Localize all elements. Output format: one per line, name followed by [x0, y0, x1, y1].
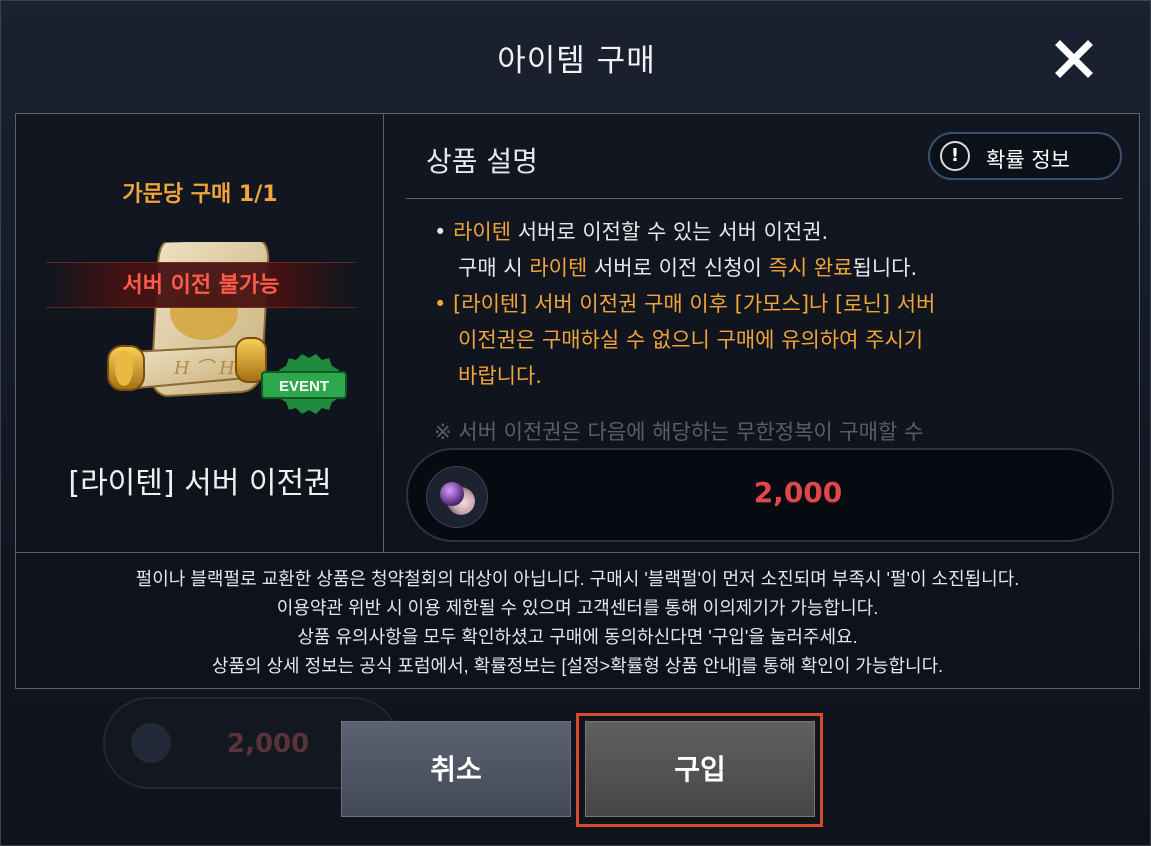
- description-line: • 라이텐 서버로 이전할 수 있는 서버 이전권.: [434, 220, 829, 244]
- item-description-panel: 상품 설명 ! 확률 정보 • 라이텐 서버로 이전할 수 있는 서버 이전권.…: [384, 114, 1139, 552]
- item-panel: 가문당 구매 1/1 H ⌒ H EVENT 서버 이전 불가능 [라이텐] 서…: [15, 113, 1140, 689]
- notice-line: 펄이나 블랙펄로 교환한 상품은 청약철회의 대상이 아닙니다. 구매시 '블랙…: [135, 569, 1020, 589]
- purchase-dialog: 2,000 아이템 구매 가문당 구매 1/1 H ⌒ H EVENT 서버 이…: [0, 0, 1151, 846]
- description-line: 구매 시 라이텐 서버로 이전 신청이 즉시 완료됩니다.: [458, 256, 918, 280]
- notice-line: 이용약관 위반 시 이용 제한될 수 있으며 고객센터를 통해 이의제기가 가능…: [276, 598, 879, 618]
- close-icon: [1055, 40, 1093, 78]
- notice-line: 상품 유의사항을 모두 확인하셨고 구매에 동의하신다면 '구입'을 눌러주세요…: [297, 627, 858, 647]
- notice-line: 상품의 상세 정보는 공식 포럼에서, 확률정보는 [설정>확률형 상품 안내]…: [211, 656, 944, 676]
- price-value: 2,000: [753, 476, 843, 509]
- description-line: 이전권은 구매하실 수 없으니 구매에 유의하여 주시기: [458, 328, 924, 352]
- description-line: ※ 서버 이전권은 다음에 해당하는 무한정복이 구매할 수: [434, 420, 924, 444]
- price-box: 2,000: [406, 448, 1114, 542]
- description-line: 바랍니다.: [458, 364, 542, 388]
- buy-button[interactable]: 구입: [585, 721, 815, 817]
- event-badge: EVENT: [261, 354, 347, 414]
- item-preview: 가문당 구매 1/1 H ⌒ H EVENT 서버 이전 불가능 [라이텐] 서…: [16, 114, 384, 552]
- transfer-unavailable-label: 서버 이전 불가능: [46, 262, 356, 308]
- exclamation-icon: !: [940, 141, 970, 171]
- probability-info-label: 확률 정보: [986, 148, 1070, 172]
- description-line: • [라이텐] 서버 이전권 구매 이후 [가모스]나 [로닌] 서버: [434, 292, 936, 316]
- item-name: [라이텐] 서버 이전권: [68, 466, 332, 501]
- purchase-notice: 펄이나 블랙펄로 교환한 상품은 청약철회의 대상이 아닙니다. 구매시 '블랙…: [16, 552, 1139, 688]
- dialog-title: 아이템 구매: [497, 43, 656, 79]
- svg-text:EVENT: EVENT: [279, 378, 329, 395]
- purchase-limit: 가문당 구매 1/1: [122, 182, 278, 207]
- background-price-value: 2,000: [227, 729, 310, 759]
- description-text[interactable]: • 라이텐 서버로 이전할 수 있는 서버 이전권. 구매 시 라이텐 서버로 …: [434, 214, 1114, 446]
- close-button[interactable]: [1054, 39, 1094, 79]
- pearl-icon: [131, 723, 171, 763]
- svg-text:H ⌒ H: H ⌒ H: [173, 358, 235, 379]
- cancel-button[interactable]: 취소: [341, 721, 571, 817]
- probability-info-button[interactable]: ! 확률 정보: [928, 132, 1122, 180]
- divider: [406, 198, 1122, 199]
- description-title: 상품 설명: [426, 145, 538, 178]
